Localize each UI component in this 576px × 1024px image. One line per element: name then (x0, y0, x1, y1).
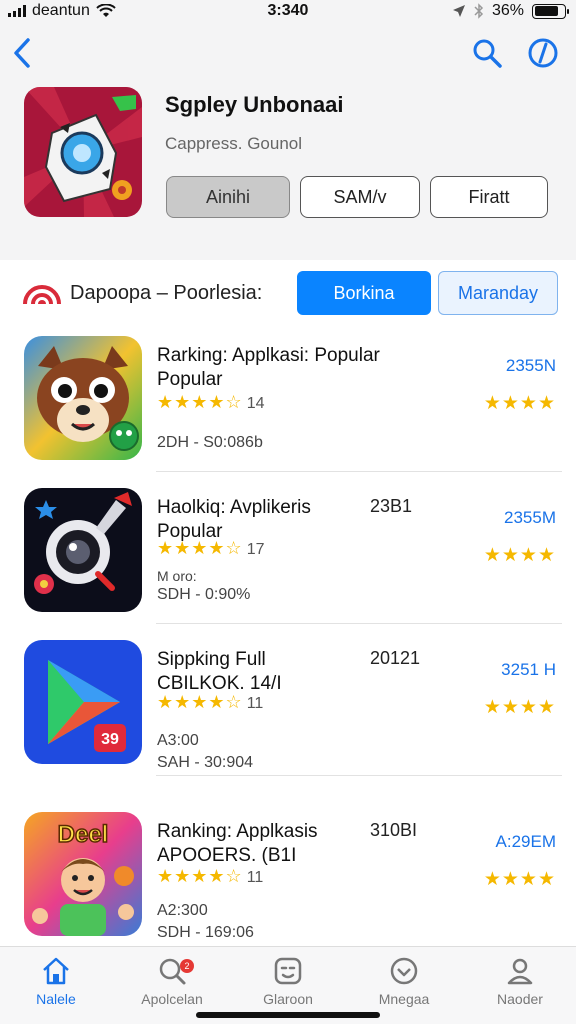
tab-search[interactable]: 2 Apolcelan (122, 955, 222, 1007)
tab-label: Apolcelan (141, 991, 203, 1007)
app-icon: Deel (24, 812, 142, 936)
app-size: 3251 H (501, 660, 556, 679)
battery-icon (532, 3, 569, 19)
list-item[interactable]: Deel Ranking: Applkasis APOOERS. (B1I 310… (0, 796, 576, 946)
app-meta: SDH - 169:06 (157, 924, 254, 941)
tab-label: Mnegaa (378, 991, 430, 1007)
games-icon (274, 957, 302, 985)
app-extra: M oro: (157, 568, 197, 584)
app-size: 2355M (504, 508, 556, 527)
tab-favorites[interactable]: Mnegaa (354, 955, 454, 1007)
notification-badge: 2 (180, 959, 194, 973)
battery-percent: 36% (491, 2, 524, 19)
tab-games[interactable]: Glaroon (238, 955, 338, 1007)
home-indicator[interactable] (196, 1012, 380, 1018)
app-extra: A2:300 (157, 902, 208, 919)
app-year: 310BI (370, 820, 418, 840)
compass-icon[interactable] (526, 36, 560, 70)
filter-primary-button[interactable]: Borkina (297, 271, 431, 315)
list-item[interactable]: Rarking: Applkasi: Popular Popular ★★★★☆ 1… (0, 320, 576, 472)
brand-logo-icon (23, 285, 61, 305)
app-name: Rarking: Applkasi: Popular Popular (157, 345, 380, 390)
rating-stars: ★★★★☆ 17 (157, 538, 265, 558)
app-subtitle: Cappress. Gounol (165, 134, 303, 153)
tab-label: Nalele (36, 991, 76, 1007)
rating-stars: ★★★★☆ 11 (157, 866, 264, 886)
rating-stars: ★★★★☆ 11 (157, 692, 264, 712)
filter-row: Dapoopa – Poorlesia: Borkina Maranday (0, 270, 576, 318)
side-rating-stars: ★★★★ (483, 697, 556, 718)
search-icon[interactable] (470, 36, 504, 70)
filter-label: Dapoopa – Poorlesia: (70, 282, 263, 304)
back-chevron-icon[interactable] (8, 36, 38, 70)
list-item[interactable]: 39 Sippking Full CBILKOK. 14/I 20121 ★★★★… (0, 624, 576, 776)
app-extra: A3:00 (157, 732, 199, 749)
tab-bar: Nalele 2 Apolcelan Glaroon Mnegaa Naoder (0, 946, 576, 1024)
tab-label: Naoder (497, 991, 543, 1007)
side-rating-stars: ★★★★ (483, 545, 556, 566)
header-button-1[interactable]: Ainihi (166, 176, 290, 218)
status-right: 36% (452, 2, 569, 20)
app-year: 20121 (370, 648, 421, 668)
app-icon (24, 336, 142, 460)
app-icon (24, 87, 142, 217)
app-year: 23B1 (370, 496, 413, 516)
profile-icon (507, 958, 533, 985)
heart-icon (390, 957, 418, 985)
app-header: Sgpley Unbonaai Cappress. Gounol Ainihi … (0, 24, 576, 260)
app-meta: SAH - 30:904 (157, 754, 254, 771)
app-size: 2355N (505, 356, 556, 375)
tab-label: Glaroon (263, 991, 313, 1007)
header-button-2[interactable]: SAM/v (300, 176, 420, 218)
list-item[interactable]: Haolkiq: Avplikeris Popular 23B1 ★★★★☆ 17 … (0, 472, 576, 624)
tab-home[interactable]: Nalele (6, 955, 106, 1007)
app-meta: 2DH - S0:086b (157, 434, 263, 451)
home-icon (43, 957, 69, 985)
status-bar: deantun 3:340 36% (0, 0, 576, 24)
app-size: A:29EM (495, 832, 556, 851)
location-icon (452, 5, 465, 17)
app-icon (24, 488, 142, 612)
header-button-3[interactable]: Firatt (430, 176, 548, 218)
side-rating-stars: ★★★★ (483, 393, 556, 414)
bluetooth-icon (474, 3, 484, 19)
divider (156, 775, 562, 776)
filter-secondary-button[interactable]: Maranday (438, 271, 558, 315)
app-title: Sgpley Unbonaai (165, 92, 344, 117)
tab-profile[interactable]: Naoder (470, 955, 570, 1007)
svg-text:Deel: Deel (58, 821, 109, 848)
svg-text:39: 39 (101, 731, 119, 748)
side-rating-stars: ★★★★ (483, 869, 556, 890)
app-icon: 39 (24, 640, 142, 764)
rating-stars: ★★★★☆ 14 (157, 392, 265, 412)
app-meta: SDH - 0:90% (157, 586, 251, 603)
